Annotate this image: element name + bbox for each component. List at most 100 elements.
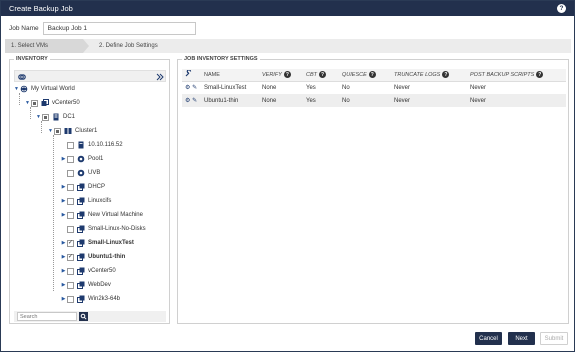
expand-arrow-icon[interactable]: ▶ bbox=[60, 282, 67, 288]
cell-verify[interactable]: None bbox=[262, 81, 306, 94]
vm-icon bbox=[77, 281, 85, 289]
tree-checkbox[interactable] bbox=[67, 225, 74, 233]
column-post-backup-scripts[interactable]: POST BACKUP SCRIPTS? bbox=[470, 69, 566, 82]
expand-arrow-icon[interactable]: ▶ bbox=[60, 240, 67, 246]
create-backup-job-dialog: Create Backup Job ? Job Name 1. Select V… bbox=[0, 0, 575, 352]
column-cbt[interactable]: CBT? bbox=[306, 69, 342, 82]
tree-checkbox[interactable] bbox=[67, 267, 74, 275]
search-input[interactable] bbox=[17, 312, 77, 321]
cancel-button[interactable]: Cancel bbox=[475, 332, 502, 345]
job-settings-title: JOB INVENTORY SETTINGS bbox=[182, 56, 260, 62]
tree-node-uvb[interactable]: UVB bbox=[60, 168, 100, 178]
column-name[interactable]: NAME bbox=[204, 69, 262, 82]
help-icon[interactable]: ? bbox=[442, 71, 450, 79]
column-truncate-logs[interactable]: TRUNCATE LOGS? bbox=[394, 69, 470, 82]
tree-node-label: Small-LinuxTest bbox=[88, 240, 134, 246]
help-icon[interactable]: ? bbox=[283, 71, 291, 79]
expand-arrow-icon[interactable]: ▶ bbox=[60, 296, 67, 302]
submit-button[interactable]: Submit bbox=[540, 332, 568, 345]
tree-node-dc1[interactable]: ▼ DC1 bbox=[35, 112, 75, 122]
tree-checkbox[interactable] bbox=[54, 127, 61, 135]
tree-node-new-virtual-machine[interactable]: ▶ New Virtual Machine bbox=[60, 210, 143, 220]
expand-arrow-icon[interactable]: ▼ bbox=[47, 128, 54, 134]
cell-post-backup-scripts[interactable]: Never bbox=[470, 81, 566, 94]
table-row[interactable]: ⚙ ✎ Ubuntu1-thin None Yes No Never Never bbox=[182, 94, 566, 107]
tree-checkbox[interactable] bbox=[67, 211, 74, 219]
column-quiesce[interactable]: QUIESCE? bbox=[342, 69, 394, 82]
help-icon[interactable]: ? bbox=[368, 71, 376, 79]
tree-node-label: UVB bbox=[88, 170, 101, 176]
step-select-vms[interactable]: 1. Select VMs bbox=[5, 39, 83, 53]
help-icon[interactable]: ? bbox=[557, 4, 566, 13]
tree-node-label: Win2k3-64b bbox=[88, 296, 121, 302]
tree-checkbox[interactable] bbox=[67, 183, 74, 191]
column-verify-label: VERIFY bbox=[262, 72, 282, 79]
tree-node-my-virtual-world[interactable]: ▼ My Virtual World bbox=[13, 84, 75, 94]
settings-icon[interactable]: ⚙ bbox=[185, 98, 190, 104]
tree-checkbox[interactable] bbox=[67, 155, 74, 163]
edit-icon[interactable]: ✎ bbox=[192, 98, 197, 104]
tree-node-dhcp[interactable]: ▶ DHCP bbox=[60, 182, 105, 192]
tree-node-label: My Virtual World bbox=[31, 86, 75, 92]
settings-icon[interactable]: ⚙ bbox=[185, 85, 190, 91]
search-button[interactable] bbox=[79, 312, 88, 321]
cell-truncate-logs[interactable]: Never bbox=[394, 94, 470, 107]
tree-node-host[interactable]: 10.10.116.52 bbox=[60, 140, 123, 150]
expand-arrow-icon[interactable]: ▶ bbox=[60, 268, 67, 274]
tree-checkbox[interactable] bbox=[67, 141, 74, 149]
cell-cbt[interactable]: Yes bbox=[306, 94, 342, 107]
vm-icon bbox=[77, 225, 85, 233]
collapse-all-icon[interactable] bbox=[155, 72, 164, 81]
expand-arrow-icon[interactable]: ▼ bbox=[13, 86, 20, 92]
tree-node-linuxcifs[interactable]: ▶ Linuxcifs bbox=[60, 196, 111, 206]
cell-quiesce[interactable]: No bbox=[342, 81, 394, 94]
expand-arrow-icon[interactable]: ▼ bbox=[24, 100, 31, 106]
tree-checkbox[interactable] bbox=[67, 197, 74, 205]
tree-node-small-linuxtest[interactable]: ▶ Small-LinuxTest bbox=[60, 238, 134, 248]
tree-node-vcenter50-vm[interactable]: ▶ vCenter50 bbox=[60, 266, 116, 276]
cell-post-backup-scripts[interactable]: Never bbox=[470, 94, 566, 107]
tree-checkbox[interactable] bbox=[42, 113, 49, 121]
table-row[interactable]: ⚙ ✎ Small-LinuxTest None Yes No Never Ne… bbox=[182, 81, 566, 94]
link-icon[interactable] bbox=[17, 72, 26, 81]
tree-checkbox[interactable] bbox=[67, 281, 74, 289]
tree-node-win2k3-64b[interactable]: ▶ Win2k3-64b bbox=[60, 294, 120, 304]
job-name-input[interactable] bbox=[42, 22, 196, 35]
column-verify[interactable]: VERIFY? bbox=[262, 69, 306, 82]
tree-node-webdev[interactable]: ▶ WebDev bbox=[60, 280, 111, 290]
expand-arrow-icon[interactable]: ▼ bbox=[35, 114, 42, 120]
tree-checkbox[interactable] bbox=[31, 99, 38, 107]
tree-node-label: Cluster1 bbox=[75, 128, 98, 134]
tree-checkbox[interactable] bbox=[67, 169, 74, 177]
help-icon[interactable]: ? bbox=[319, 71, 326, 79]
expand-arrow-icon[interactable]: ▶ bbox=[60, 212, 67, 218]
inventory-toolbar bbox=[14, 70, 166, 82]
tree-node-vcenter50[interactable]: ▼ vCenter50 bbox=[24, 98, 80, 108]
tree-node-pool1[interactable]: ▶ Pool1 bbox=[60, 154, 103, 164]
title-bar: Create Backup Job ? bbox=[1, 1, 574, 16]
tree-checkbox[interactable] bbox=[67, 253, 74, 261]
search-icon bbox=[80, 313, 87, 320]
job-name-row: Job Name bbox=[9, 22, 196, 35]
tree-checkbox[interactable] bbox=[67, 295, 74, 303]
help-icon[interactable]: ? bbox=[536, 71, 544, 79]
tree-node-cluster1[interactable]: ▼ Cluster1 bbox=[47, 126, 97, 136]
step-select-vms-label: 1. Select VMs bbox=[11, 43, 49, 49]
step-define-job-settings[interactable]: 2. Define Job Settings bbox=[93, 39, 158, 53]
datacenter-icon bbox=[52, 113, 60, 121]
cell-verify[interactable]: None bbox=[262, 94, 306, 107]
expand-arrow-icon[interactable]: ▶ bbox=[60, 156, 67, 162]
expand-arrow-icon[interactable]: ▶ bbox=[60, 198, 67, 204]
edit-icon[interactable]: ✎ bbox=[192, 85, 197, 91]
cell-truncate-logs[interactable]: Never bbox=[394, 81, 470, 94]
row-actions: ⚙ ✎ bbox=[182, 94, 204, 107]
expand-arrow-icon[interactable]: ▶ bbox=[60, 254, 67, 260]
cell-quiesce[interactable]: No bbox=[342, 94, 394, 107]
inventory-panel: INVENTORY ▼ My Virtual World ▼ vCenter50… bbox=[9, 56, 170, 324]
tree-node-ubuntu1-thin[interactable]: ▶ Ubuntu1-thin bbox=[60, 252, 125, 262]
cell-cbt[interactable]: Yes bbox=[306, 81, 342, 94]
tree-checkbox[interactable] bbox=[67, 239, 74, 247]
next-button[interactable]: Next bbox=[508, 332, 535, 345]
tree-node-small-linux-no-disks[interactable]: Small-Linux-No-Disks bbox=[60, 224, 146, 234]
expand-arrow-icon[interactable]: ▶ bbox=[60, 184, 67, 190]
